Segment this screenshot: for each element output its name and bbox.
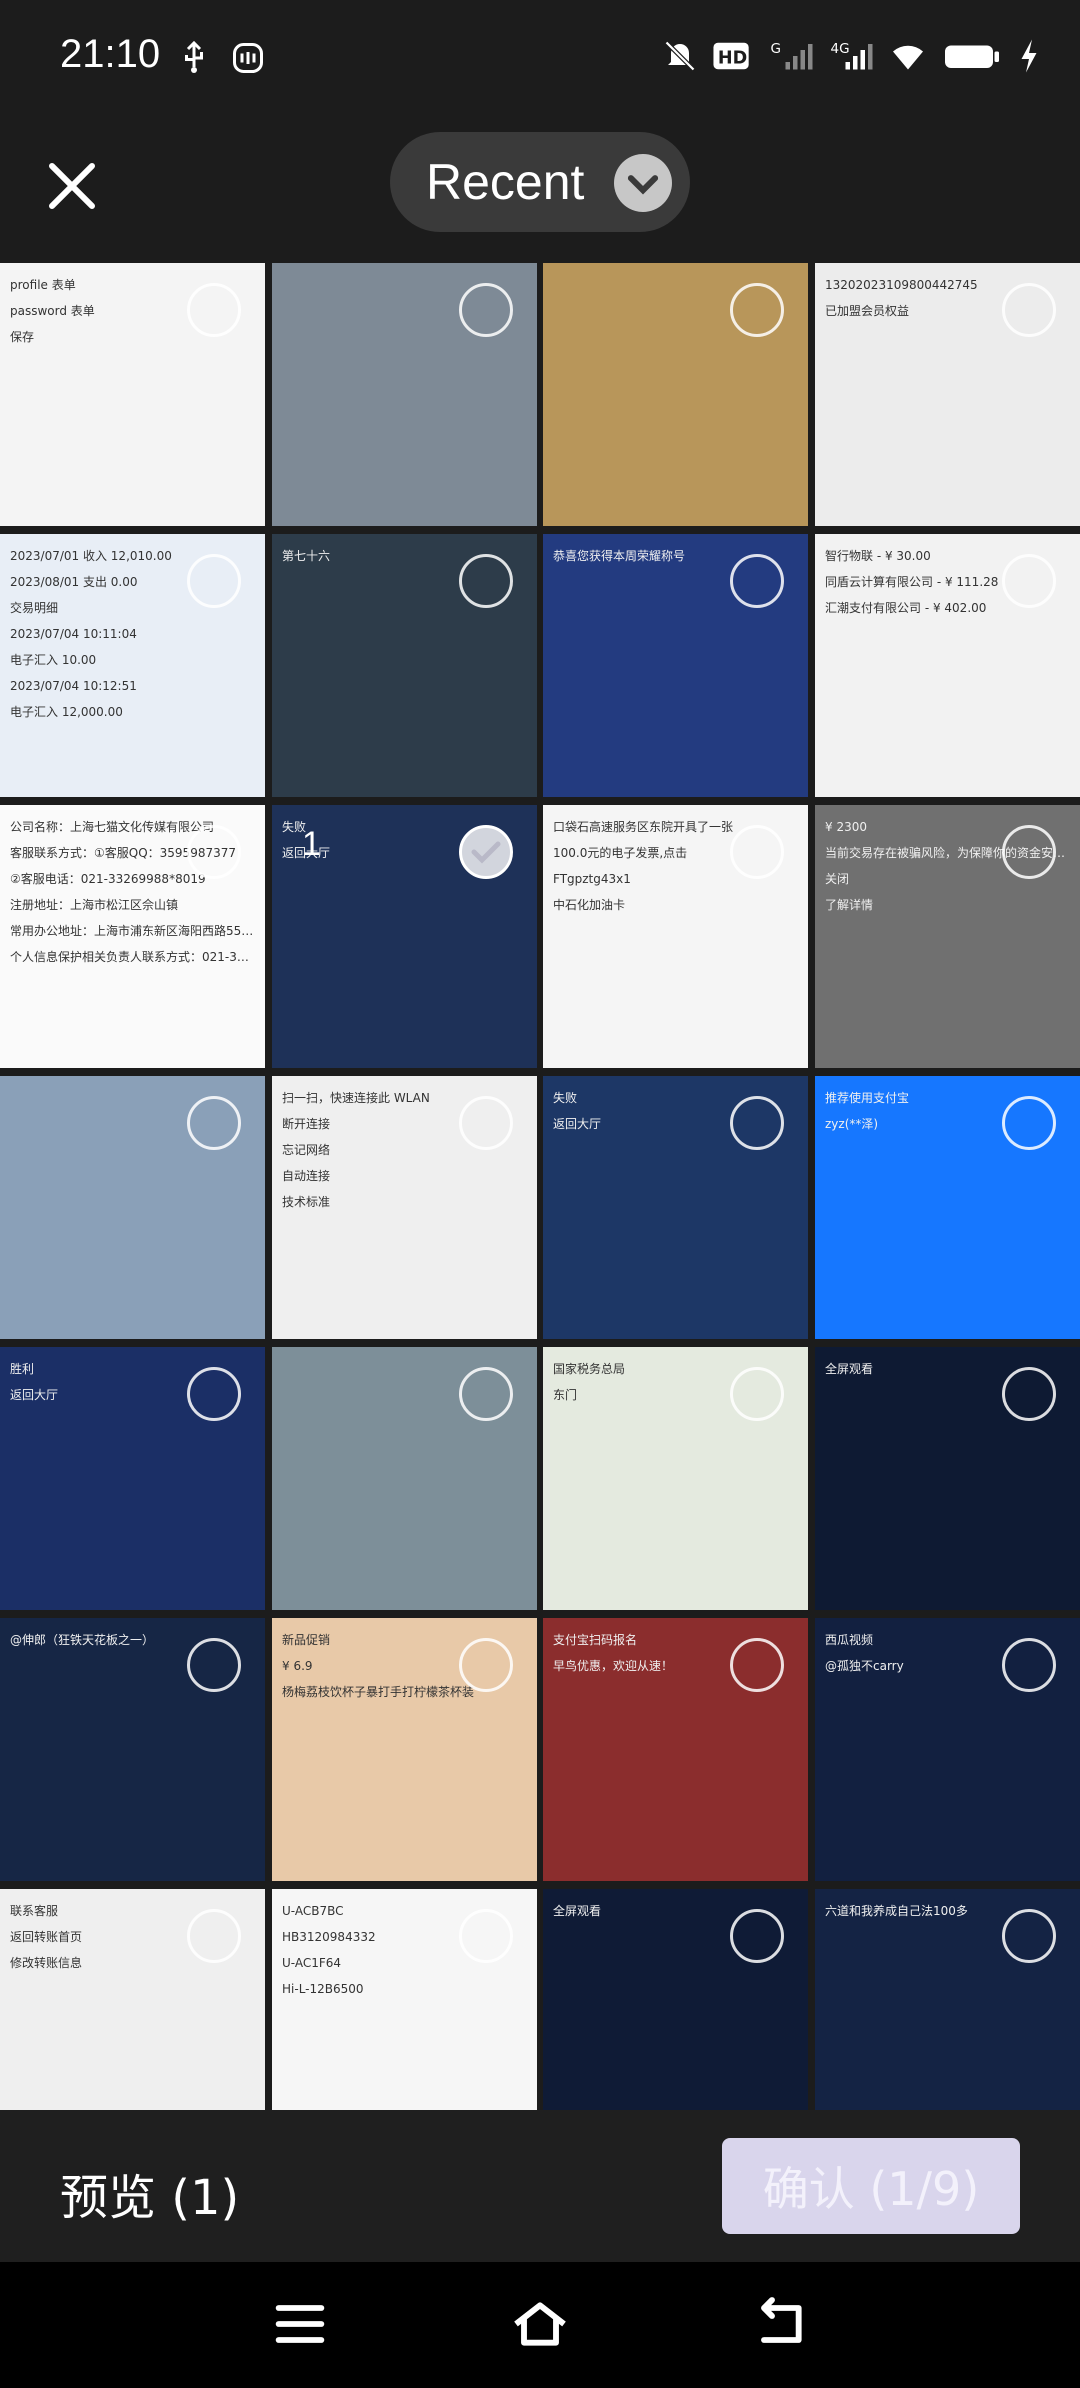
photo-thumbnail[interactable]: 第七十六 xyxy=(272,534,537,797)
checkbox-icon[interactable] xyxy=(730,1638,784,1692)
svg-text:HD: HD xyxy=(718,48,747,68)
checkbox-icon[interactable] xyxy=(1002,283,1056,337)
checkbox-icon[interactable] xyxy=(187,554,241,608)
thumbnail-text: 2023/07/04 10:11:04 xyxy=(10,627,137,641)
svg-text:4G: 4G xyxy=(831,41,850,57)
chevron-down-icon xyxy=(614,154,672,212)
thumbnail-text: 电子汇入 10.00 xyxy=(10,653,97,667)
navigation-bar xyxy=(0,2262,1080,2388)
thumbnail-text: 个人信息保护相关负责人联系方式：021-33269988*8016 xyxy=(10,950,255,964)
photo-thumbnail[interactable]: 13202023109800442745 已加盟会员权益 xyxy=(815,263,1080,526)
usb-icon xyxy=(185,40,203,73)
photo-thumbnail[interactable]: ¥ 2300当前交易存在被骗风险，为保障你的资金安全，暂时无法完成支付。关闭了解… xyxy=(815,805,1080,1068)
thumbnail-text: 自动连接 xyxy=(282,1169,331,1183)
confirm-button[interactable]: 确认 (1/9) xyxy=(722,2138,1020,2234)
thumbnail-text: 电子汇入 12,000.00 xyxy=(10,705,123,719)
photo-thumbnail[interactable]: 国家税务总局 东门 xyxy=(543,1347,808,1610)
preview-button[interactable]: 预览 (1) xyxy=(60,2158,239,2228)
back-icon[interactable] xyxy=(748,2292,812,2356)
checkbox-icon[interactable] xyxy=(187,825,241,879)
checkbox-icon[interactable] xyxy=(459,554,513,608)
album-picker[interactable]: Recent xyxy=(390,132,690,232)
photo-thumbnail[interactable]: 新品促销 ¥ 6.9 杨梅荔枝饮杯子暴打手打柠檬茶杯装 xyxy=(272,1618,537,1881)
checkbox-icon[interactable] xyxy=(187,1909,241,1963)
checkbox-icon[interactable] xyxy=(187,1638,241,1692)
charging-icon xyxy=(1021,39,1037,73)
photo-thumbnail[interactable]: 全屏观看 xyxy=(543,1889,808,2110)
photo-thumbnail[interactable] xyxy=(272,1347,537,1610)
thumbnail-text: 了解详情 xyxy=(825,898,874,912)
checkbox-icon[interactable] xyxy=(730,1909,784,1963)
signal-g-icon: G xyxy=(771,41,813,70)
photo-thumbnail[interactable]: 胜利 返回大厅 xyxy=(0,1347,265,1610)
checkbox-icon[interactable] xyxy=(730,283,784,337)
photo-thumbnail[interactable]: 公司名称：上海七猫文化传媒有限公司 客服联系方式：①客服QQ：3595987377… xyxy=(0,805,265,1068)
checkbox-icon[interactable] xyxy=(459,1909,513,1963)
thumbnail-text: 中石化加油卡 xyxy=(553,898,626,912)
checkbox-icon[interactable] xyxy=(1002,554,1056,608)
photo-thumbnail[interactable]: U-ACB7BC HB3120984332 U-AC1F64 Hi-L-12B6500 xyxy=(272,1889,537,2110)
checkbox-icon[interactable] xyxy=(459,1367,513,1421)
home-icon[interactable] xyxy=(508,2292,572,2356)
bottom-bar: 预览 (1) 确认 (1/9) xyxy=(0,2110,1080,2262)
menu-icon[interactable] xyxy=(268,2292,332,2356)
top-bar: Recent xyxy=(0,118,1080,263)
clock: 21:10 xyxy=(60,32,161,76)
album-label: Recent xyxy=(426,154,585,210)
photo-thumbnail[interactable]: 联系客服 返回转账首页 修改转账信息 xyxy=(0,1889,265,2110)
wifi-icon xyxy=(893,45,923,70)
photo-thumbnail[interactable] xyxy=(543,263,808,526)
hd-icon: HD xyxy=(713,42,749,70)
photo-thumbnail[interactable]: 失败 返回大厅 1 xyxy=(272,805,537,1068)
photo-thumbnail[interactable]: @伸郎（狂铁天花板之一） xyxy=(0,1618,265,1881)
checkbox-icon[interactable] xyxy=(1002,1909,1056,1963)
checkbox-icon[interactable] xyxy=(1002,1638,1056,1692)
photo-thumbnail[interactable]: 全屏观看 xyxy=(815,1347,1080,1610)
thumbnail-text: 注册地址：上海市松江区佘山镇 xyxy=(10,898,179,912)
photo-thumbnail[interactable]: 恭喜您获得本周荣耀称号 xyxy=(543,534,808,797)
checkbox-checked-icon[interactable] xyxy=(459,825,513,879)
checkbox-icon[interactable] xyxy=(459,283,513,337)
checkbox-icon[interactable] xyxy=(187,1096,241,1150)
checkbox-icon[interactable] xyxy=(1002,1096,1056,1150)
photo-thumbnail[interactable] xyxy=(272,263,537,526)
checkbox-icon[interactable] xyxy=(730,1367,784,1421)
checkbox-icon[interactable] xyxy=(1002,825,1056,879)
svg-text:G: G xyxy=(771,41,781,57)
thumbnail-text: 2023/07/04 10:12:51 xyxy=(10,679,137,693)
checkbox-icon[interactable] xyxy=(459,1638,513,1692)
photo-thumbnail[interactable]: 失败 返回大厅 xyxy=(543,1076,808,1339)
photo-thumbnail[interactable]: 六道和我养成自己法100多 xyxy=(815,1889,1080,2110)
mute-icon xyxy=(664,40,696,72)
photo-thumbnail[interactable]: profile 表单 password 表单 保存 xyxy=(0,263,265,526)
photo-thumbnail[interactable]: 2023/07/01 收入 12,010.00 2023/08/01 支出 0.0… xyxy=(0,534,265,797)
checkbox-icon[interactable] xyxy=(187,283,241,337)
thumbnail-text: 技术标准 xyxy=(282,1195,331,1209)
thumbnail-text: Hi-L-12B6500 xyxy=(282,1982,364,1996)
thumbnail-text: 常用办公地址：上海市浦东新区海阳西路555号 xyxy=(10,924,255,938)
photo-thumbnail[interactable] xyxy=(0,1076,265,1339)
photo-thumbnail[interactable]: 推荐使用支付宝 zyz(**泽) xyxy=(815,1076,1080,1339)
photo-thumbnail[interactable]: 西瓜视频 @孤独不carry xyxy=(815,1618,1080,1881)
photo-grid: profile 表单 password 表单 保存 13202023109800442… xyxy=(0,263,1080,2110)
photo-thumbnail[interactable]: 支付宝扫码报名 早鸟优惠，欢迎从速！ xyxy=(543,1618,808,1881)
photo-thumbnail[interactable]: 智行物联 - ¥ 30.00 同盾云计算有限公司 - ¥ 111.28 汇潮支付有限… xyxy=(815,534,1080,797)
checkbox-icon[interactable] xyxy=(459,1096,513,1150)
photo-thumbnail[interactable]: 扫一扫，快速连接此 WLAN 断开连接 忘记网络 自动连接 技术标准 xyxy=(272,1076,537,1339)
checkbox-icon[interactable] xyxy=(730,554,784,608)
checkbox-icon[interactable] xyxy=(187,1367,241,1421)
selection-order: 1 xyxy=(302,825,321,863)
battery-icon xyxy=(945,45,999,68)
close-icon[interactable] xyxy=(42,156,102,216)
checkbox-icon[interactable] xyxy=(1002,1367,1056,1421)
photo-thumbnail[interactable]: 口袋石高速服务区东院开具了一张 100.0元的电子发票,点击 FTgpztg43x1… xyxy=(543,805,808,1068)
status-bar: 21:10 HD G 4G xyxy=(0,0,1080,118)
debug-icon xyxy=(233,43,263,73)
signal-4g-icon: 4G xyxy=(831,41,873,70)
checkbox-icon[interactable] xyxy=(730,1096,784,1150)
checkbox-icon[interactable] xyxy=(730,825,784,879)
